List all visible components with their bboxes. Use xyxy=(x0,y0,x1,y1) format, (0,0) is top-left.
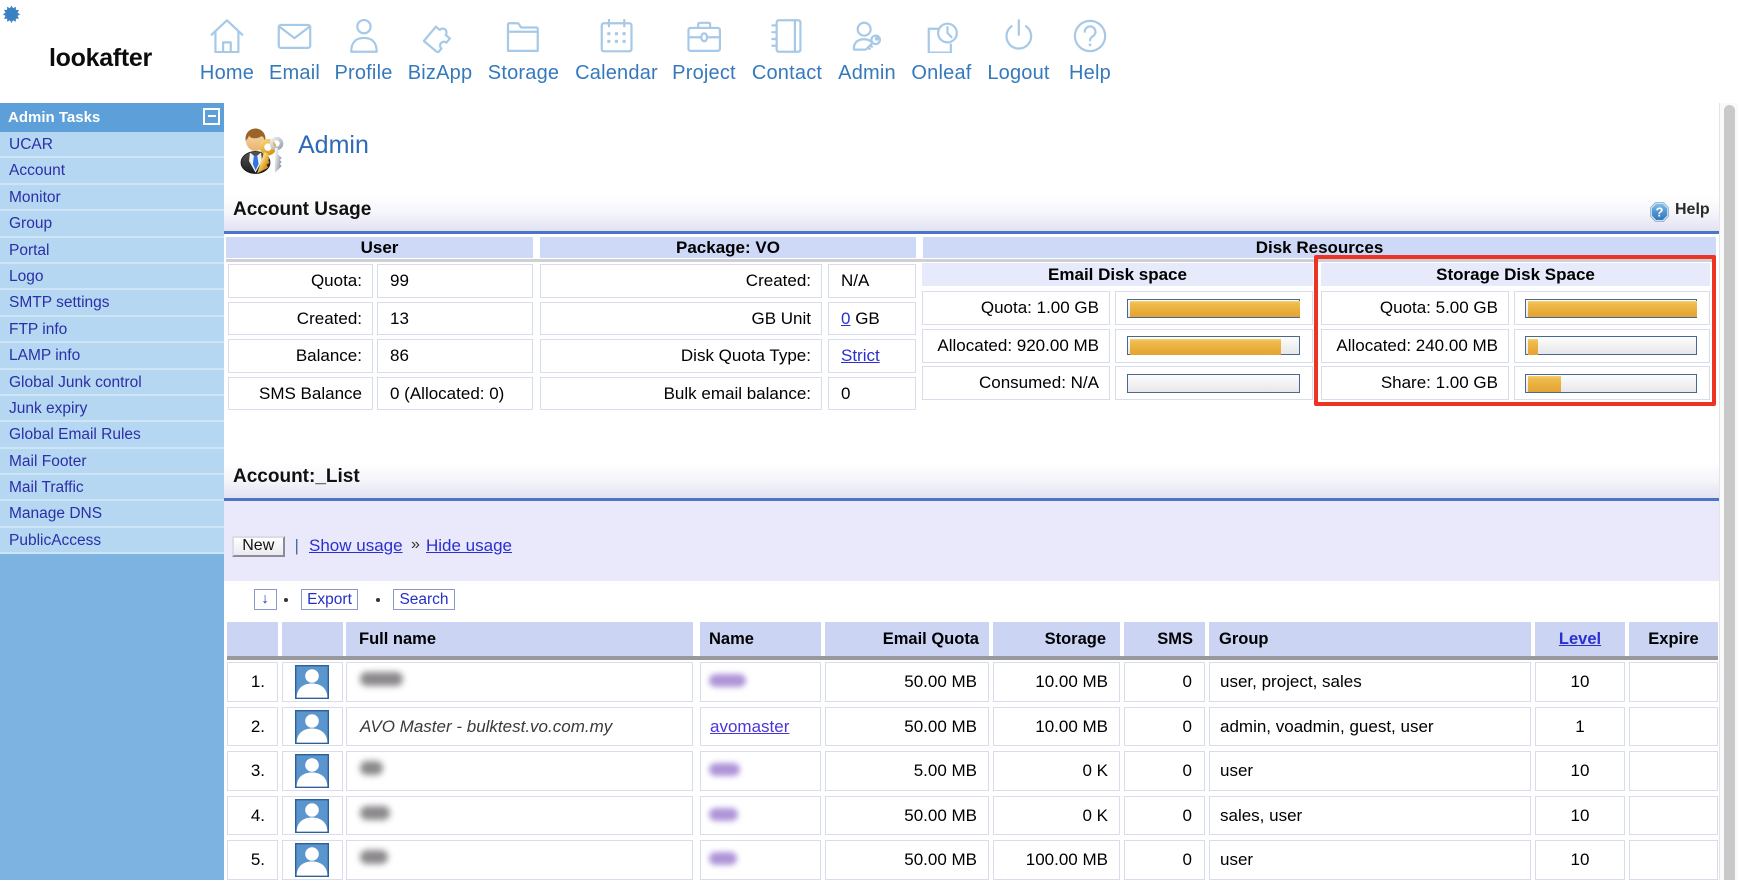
svg-text:?: ? xyxy=(1656,204,1664,219)
